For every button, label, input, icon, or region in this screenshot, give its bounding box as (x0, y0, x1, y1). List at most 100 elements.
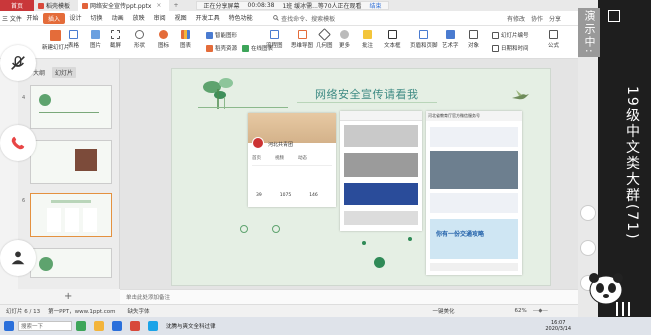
zoom-level[interactable]: 62% (515, 308, 527, 314)
screenshot-button[interactable]: 截屏 (110, 30, 121, 49)
flowchart-icon (269, 30, 279, 39)
smart-graphic-button[interactable]: 智能图形 (206, 31, 237, 39)
picture-button[interactable]: 图片 (90, 30, 101, 49)
menu-item[interactable]: 放映 (128, 13, 149, 24)
slide-title[interactable]: 网络安全宣传请看我 (315, 86, 419, 102)
docer-icon (206, 44, 213, 52)
slide-thumbnail-selected[interactable] (30, 193, 112, 237)
tab-slides[interactable]: 幻灯片 (52, 67, 77, 78)
menu-item[interactable]: 切换 (86, 13, 107, 24)
menu-item[interactable]: 开发工具 (191, 13, 224, 24)
slide-canvas[interactable]: 网络安全宣传请看我 河北共青团 首页 视频 动态 39 1075 146 河北省… (171, 68, 551, 286)
header-footer-icon (419, 30, 429, 39)
flowchart-button[interactable]: 流程图 (266, 30, 283, 49)
new-slide-icon (50, 30, 62, 41)
settings-icon[interactable] (580, 240, 596, 256)
docer-resource-button[interactable]: 稻壳资源 (206, 44, 237, 52)
table-button[interactable]: 表格 (68, 30, 79, 49)
object-button[interactable]: 对象 (468, 30, 479, 49)
slide-thumbnail[interactable] (30, 248, 112, 278)
equation-button[interactable]: 公式 (548, 30, 559, 49)
date-time-button[interactable]: 日期和时间 (492, 44, 529, 52)
slide-number-button[interactable]: 幻灯片编号 (492, 31, 529, 39)
app-icon[interactable] (76, 321, 86, 331)
star-icon (159, 30, 168, 39)
close-tab-icon[interactable]: × (156, 2, 161, 9)
folder-icon[interactable] (94, 321, 104, 331)
meeting-group-name[interactable]: 19级中文类大群(71) (622, 86, 642, 241)
presenting-status: 演示中: (578, 8, 600, 57)
menu-item[interactable]: 开始 (22, 13, 43, 24)
menu-right-action[interactable]: 分享 (549, 14, 561, 23)
mindmap-button[interactable]: 思维导图 (291, 30, 313, 49)
add-slide-plus-icon[interactable]: + (64, 291, 72, 302)
smart-graphic-icon (206, 31, 213, 39)
menu-item[interactable]: 特色功能 (224, 13, 257, 24)
new-tab-button[interactable]: + (169, 2, 182, 9)
menu-item[interactable]: 设计 (65, 13, 86, 24)
chart-button[interactable]: 图表 (180, 30, 191, 49)
ppt-file-icon (82, 2, 89, 9)
comment-button[interactable]: 批注 (362, 30, 373, 49)
meeting-app-icon[interactable] (148, 321, 158, 331)
phone-screenshot-weibo: 河北共青团 首页 视频 动态 39 1075 146 (248, 113, 336, 207)
textbox-button[interactable]: 文本框 (384, 30, 401, 49)
leaf-decoration-icon (39, 94, 51, 106)
end-call-button[interactable] (0, 125, 36, 161)
browser-icon[interactable] (112, 321, 122, 331)
mindmap-icon (297, 30, 307, 39)
insert-toolbar: 新建幻灯片 表格 图片 截屏 形状 图标 图表 智能图形 稻壳资源 在线图表 流… (0, 26, 651, 59)
geometry-icon (317, 28, 331, 41)
beautify-button[interactable]: 一键美化 (433, 307, 455, 315)
menu-bar: 三 文件 开始 插入 设计 切换 动画 放映 审阅 视图 开发工具 特色功能 查找命令、搜索模板 … (0, 11, 651, 26)
icon-library-button[interactable]: 图标 (158, 30, 169, 49)
window-icon[interactable] (608, 10, 620, 22)
wps-icon[interactable] (130, 321, 140, 331)
panel-tabs: 大纲 幻灯片 (30, 67, 77, 78)
thumbnail-image (75, 149, 97, 171)
stop-share-button[interactable]: 结束 (370, 1, 382, 10)
command-search[interactable]: 查找命令、搜索模板 (273, 14, 335, 23)
start-icon[interactable] (4, 321, 14, 331)
mic-off-icon (11, 55, 25, 70)
wordart-icon (445, 30, 455, 39)
geometry-button[interactable]: 几何图 (316, 28, 333, 49)
phone-hangup-icon (11, 136, 25, 150)
object-icon (469, 30, 478, 39)
menu-item[interactable]: 视图 (170, 13, 191, 24)
avatar (252, 137, 264, 149)
new-slide-button[interactable]: 新建幻灯片 (42, 30, 70, 51)
mute-mic-button[interactable] (0, 45, 36, 81)
menu-item[interactable]: 动画 (107, 13, 128, 24)
slide-number-icon (492, 31, 499, 39)
windows-taskbar: 搜索一下 沈腾与爽文全科过律 16:07 2020/3/14 (0, 317, 651, 335)
tab-document[interactable]: 网络安全宣传ppt.pptx × (78, 0, 170, 11)
zoom-slider[interactable]: —◆— (533, 308, 548, 314)
menu-item[interactable]: 审阅 (149, 13, 170, 24)
tab-home[interactable]: 首页 (0, 0, 34, 11)
system-clock[interactable]: 16:07 2020/3/14 (545, 320, 571, 332)
notes-pane[interactable]: 单击此处添加备注 (120, 289, 578, 304)
slide-thumbnail[interactable] (30, 140, 112, 184)
more-button[interactable]: 更多 (339, 30, 350, 49)
wps-logo-icon (38, 2, 44, 9)
header-footer-button[interactable]: 页眉和页脚 (410, 30, 438, 49)
shape-button[interactable]: 形状 (134, 30, 145, 49)
slide-thumbnail[interactable] (30, 85, 112, 129)
menu-item[interactable]: 插入 (43, 12, 66, 24)
missing-font-button[interactable]: 缺失字体 (127, 307, 149, 315)
textbox-icon (387, 30, 397, 39)
taskbar-search[interactable]: 搜索一下 (18, 321, 72, 331)
presenter-button[interactable] (0, 240, 36, 276)
picture-icon (91, 30, 100, 39)
plant-decoration-icon (203, 78, 233, 109)
chat-icon[interactable] (580, 205, 596, 221)
more-icon (340, 30, 349, 39)
equation-icon (549, 30, 558, 39)
menu-right-action[interactable]: 协作 (531, 14, 543, 23)
file-menu[interactable]: 三 文件 (2, 14, 22, 23)
wordart-button[interactable]: 艺术字 (442, 30, 459, 49)
online-chart-icon (242, 44, 249, 52)
menu-right-action[interactable]: 有修改 (507, 14, 525, 23)
tab-template[interactable]: 稻壳模板 (34, 0, 78, 11)
